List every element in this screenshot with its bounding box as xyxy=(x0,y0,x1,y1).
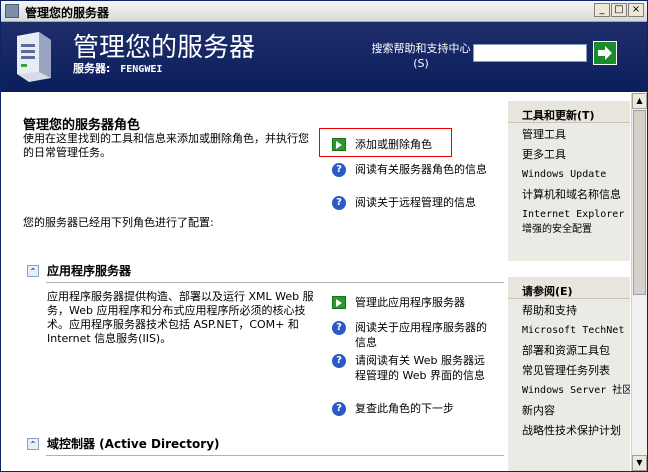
tool-more-tools[interactable]: 更多工具 xyxy=(522,147,630,162)
link-label: 阅读关于远程管理的信息 xyxy=(355,196,476,209)
link-deployment-kit[interactable]: 部署和资源工具包 xyxy=(522,343,630,358)
page-title: 管理您的服务器 xyxy=(73,33,256,63)
server-info: 服务器: FENGWEI xyxy=(73,60,162,76)
server-label: 服务器: xyxy=(73,62,111,75)
section-title: 域控制器 (Active Directory) xyxy=(47,437,220,451)
maximize-button[interactable]: □ xyxy=(611,3,627,17)
search-input[interactable] xyxy=(473,44,587,62)
link-admin-tasks[interactable]: 常见管理任务列表 xyxy=(522,363,630,378)
configured-roles-text: 您的服务器已经用下列角色进行了配置: xyxy=(23,216,214,229)
section-title: 应用程序服务器 xyxy=(47,264,132,278)
green-arrow-icon xyxy=(332,296,346,309)
app-window: 管理您的服务器 _ □ × 管理您的服务器 服务器: FENGWEI 搜索帮助和… xyxy=(0,0,648,472)
read-app-server-link[interactable]: ? 阅读关于应用程序服务器的信息 xyxy=(332,320,497,350)
header-banner: 管理您的服务器 服务器: FENGWEI 搜索帮助和支持中心(S) xyxy=(1,22,647,92)
server-name: FENGWEI xyxy=(120,64,163,75)
see-also-panel: 请参阅(E) 帮助和支持 Microsoft TechNet 部署和资源工具包 … xyxy=(508,277,630,471)
title-bar[interactable]: 管理您的服务器 _ □ × xyxy=(1,1,647,22)
help-icon: ? xyxy=(332,163,346,177)
read-remote-admin-link[interactable]: ? 阅读关于远程管理的信息 xyxy=(332,195,497,210)
link-help-support[interactable]: 帮助和支持 xyxy=(522,303,630,318)
help-icon: ? xyxy=(332,321,346,335)
link-protection-program[interactable]: 战略性技术保护计划 xyxy=(522,423,630,438)
app-server-description: 应用程序服务器提供构造、部署以及运行 XML Web 服务，Web 应用程序和分… xyxy=(47,290,314,345)
search-go-button[interactable] xyxy=(593,41,617,65)
roles-heading: 管理您的服务器角色 xyxy=(23,118,141,133)
see-also-list: 帮助和支持 Microsoft TechNet 部署和资源工具包 常见管理任务列… xyxy=(508,299,630,438)
see-also-heading[interactable]: 请参阅(E) xyxy=(508,277,630,299)
section-app-server[interactable]: ⌃ 应用程序服务器 xyxy=(27,262,131,279)
manage-app-server-link[interactable]: 管理此应用程序服务器 xyxy=(332,295,497,310)
review-next-steps-link[interactable]: ? 复查此角色的下一步 xyxy=(332,401,497,416)
section-divider xyxy=(46,455,504,456)
close-button[interactable]: × xyxy=(628,3,644,17)
scroll-thumb[interactable] xyxy=(633,110,646,295)
sidebar: 工具和更新(T) 管理工具 更多工具 Windows Update 计算机和域名… xyxy=(508,93,630,471)
main-pane: 管理您的服务器角色 使用在这里找到的工具和信息来添加或删除角色，并执行您的日常管… xyxy=(1,93,506,471)
tools-panel: 工具和更新(T) 管理工具 更多工具 Windows Update 计算机和域名… xyxy=(508,101,630,261)
link-technet[interactable]: Microsoft TechNet xyxy=(522,323,630,338)
link-label: 阅读有关服务器角色的信息 xyxy=(355,163,487,176)
window-title: 管理您的服务器 xyxy=(25,6,110,20)
help-icon: ? xyxy=(332,196,346,210)
highlight-box xyxy=(319,128,452,157)
tool-windows-update[interactable]: Windows Update xyxy=(522,167,630,182)
link-label: 管理此应用程序服务器 xyxy=(355,296,465,309)
minimize-button[interactable]: _ xyxy=(594,3,610,17)
read-server-roles-link[interactable]: ? 阅读有关服务器角色的信息 xyxy=(332,162,497,177)
server-icon xyxy=(17,32,51,82)
link-label: 阅读关于应用程序服务器的信息 xyxy=(355,321,487,349)
tool-ie-security[interactable]: Internet Explorer 增强的安全配置 xyxy=(522,207,630,237)
collapse-icon[interactable]: ⌃ xyxy=(27,437,39,450)
read-web-remote-admin-link[interactable]: ? 请阅读有关 Web 服务器远程管理的 Web 界面的信息 xyxy=(332,353,492,383)
section-domain-controller[interactable]: ⌃ 域控制器 (Active Directory) xyxy=(27,435,220,452)
scroll-down-icon[interactable]: ▼ xyxy=(632,455,647,471)
link-label: 请阅读有关 Web 服务器远程管理的 Web 界面的信息 xyxy=(355,354,485,382)
arrow-right-icon xyxy=(598,46,612,60)
vertical-scrollbar[interactable]: ▲ ▼ xyxy=(631,93,647,471)
server-app-icon xyxy=(5,4,19,18)
help-icon: ? xyxy=(332,402,346,416)
link-whats-new[interactable]: 新内容 xyxy=(522,403,630,418)
link-label: 复查此角色的下一步 xyxy=(355,402,454,415)
tool-computer-domain-info[interactable]: 计算机和域名称信息 xyxy=(522,187,630,202)
collapse-icon[interactable]: ⌃ xyxy=(27,264,39,277)
tools-list: 管理工具 更多工具 Windows Update 计算机和域名称信息 Inter… xyxy=(508,123,630,237)
help-icon: ? xyxy=(332,354,346,368)
link-server-community[interactable]: Windows Server 社区 xyxy=(522,383,630,398)
tools-heading[interactable]: 工具和更新(T) xyxy=(508,101,630,123)
content-area: 管理您的服务器角色 使用在这里找到的工具和信息来添加或删除角色，并执行您的日常管… xyxy=(1,93,647,471)
search-label: 搜索帮助和支持中心(S) xyxy=(371,42,471,70)
section-divider xyxy=(46,282,504,283)
scroll-up-icon[interactable]: ▲ xyxy=(632,93,647,109)
intro-text: 使用在这里找到的工具和信息来添加或删除角色，并执行您的日常管理任务。 xyxy=(23,132,309,159)
tool-admin-tools[interactable]: 管理工具 xyxy=(522,127,630,142)
